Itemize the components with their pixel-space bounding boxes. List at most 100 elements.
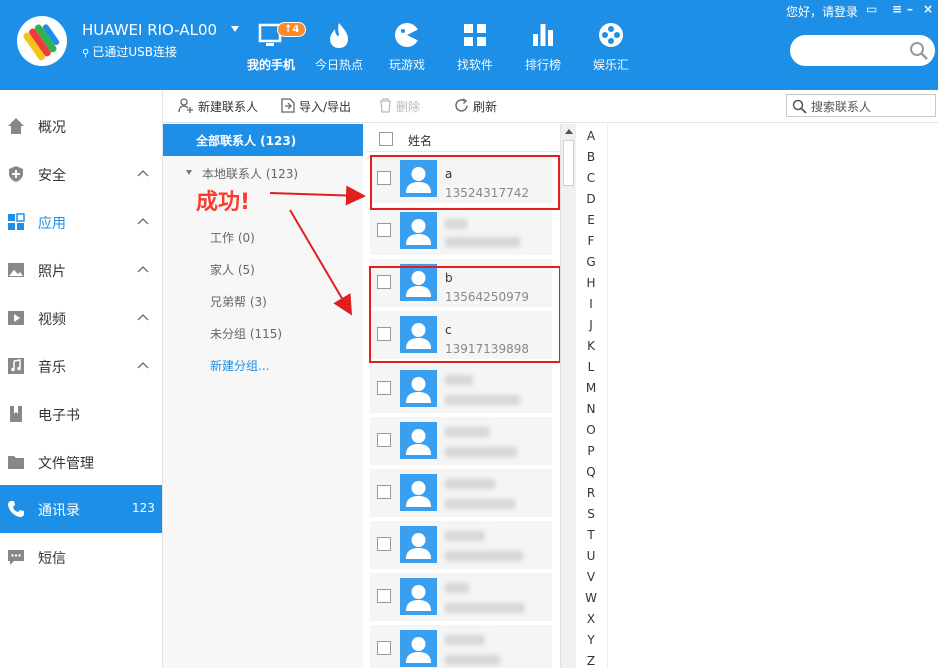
notification-badge[interactable]: ↑4 — [277, 22, 307, 37]
search-icon[interactable] — [909, 41, 929, 61]
sidebar-item-photos[interactable]: 照片 — [0, 246, 162, 294]
row-checkbox[interactable] — [377, 485, 391, 499]
contact-row[interactable] — [370, 573, 552, 621]
alpha-index-letter[interactable]: H — [578, 276, 604, 290]
group-item-ungrouped[interactable]: 未分组 (115) — [210, 325, 282, 342]
tab-apps[interactable]: 找软件 — [443, 18, 507, 78]
alpha-index-letter[interactable]: L — [578, 360, 604, 374]
sidebar-item-music[interactable]: 音乐 — [0, 342, 162, 390]
group-item-work[interactable]: 工作 (0) — [210, 229, 255, 246]
import-export-button[interactable]: 导入/导出 — [281, 98, 351, 115]
alpha-index-letter[interactable]: K — [578, 339, 604, 353]
close-icon[interactable]: × — [923, 2, 933, 16]
sidebar-item-sms[interactable]: 短信 — [0, 533, 162, 581]
alpha-index-letter[interactable]: D — [578, 192, 604, 206]
collapse-caret-icon[interactable] — [186, 170, 192, 175]
folder-icon — [8, 456, 24, 469]
chevron-up-icon[interactable] — [137, 313, 149, 321]
chevron-up-icon[interactable] — [137, 169, 149, 177]
alpha-index-letter[interactable]: F — [578, 234, 604, 248]
avatar — [400, 370, 437, 407]
alpha-index-letter[interactable]: E — [578, 213, 604, 227]
alpha-index-letter[interactable]: O — [578, 423, 604, 437]
alpha-index-letter[interactable]: S — [578, 507, 604, 521]
device-dropdown-icon[interactable] — [231, 26, 239, 32]
avatar — [400, 422, 437, 459]
contact-row[interactable] — [370, 521, 552, 569]
alpha-index-letter[interactable]: V — [578, 570, 604, 584]
group-all-contacts[interactable]: 全部联系人 (123) — [163, 124, 363, 156]
app-logo[interactable] — [17, 16, 67, 66]
alpha-index-letter[interactable]: Y — [578, 633, 604, 647]
alpha-index-letter[interactable]: W — [578, 591, 604, 605]
row-checkbox[interactable] — [377, 589, 391, 603]
group-local-contacts[interactable]: 本地联系人 (123) — [202, 165, 298, 182]
row-checkbox[interactable] — [377, 641, 391, 655]
redacted-name — [445, 219, 467, 229]
sidebar-item-security[interactable]: 安全 — [0, 150, 162, 198]
contact-row[interactable] — [370, 417, 552, 465]
select-all-checkbox[interactable] — [379, 132, 393, 146]
chevron-up-icon[interactable] — [137, 217, 149, 225]
sidebar-item-videos[interactable]: 视频 — [0, 294, 162, 342]
sidebar-item-files[interactable]: 文件管理 — [0, 438, 162, 486]
sidebar-item-overview[interactable]: 概况 — [0, 102, 162, 150]
new-contact-label: 新建联系人 — [198, 100, 259, 114]
tab-ranking[interactable]: 排行榜 — [511, 18, 575, 78]
contact-list-scrollbar[interactable] — [560, 124, 576, 668]
scrollbar-thumb[interactable] — [563, 140, 574, 186]
alpha-index-letter[interactable]: B — [578, 150, 604, 164]
delete-button[interactable]: 删除 — [379, 98, 420, 115]
alpha-index-letter[interactable]: X — [578, 612, 604, 626]
alpha-index-letter[interactable]: Q — [578, 465, 604, 479]
alpha-index-letter[interactable]: U — [578, 549, 604, 563]
alpha-index-letter[interactable]: T — [578, 528, 604, 542]
alpha-index-letter[interactable]: G — [578, 255, 604, 269]
alpha-index-letter[interactable]: A — [578, 129, 604, 143]
group-item-brothers[interactable]: 兄弟帮 (3) — [210, 293, 267, 310]
sidebar-item-apps[interactable]: 应用 — [0, 198, 162, 246]
alpha-index-letter[interactable]: N — [578, 402, 604, 416]
tab-entertainment[interactable]: 娱乐汇 — [579, 18, 643, 78]
alpha-index-letter[interactable]: P — [578, 444, 604, 458]
alpha-index-letter[interactable]: Z — [578, 654, 604, 668]
sidebar-item-ebooks[interactable]: 电子书 — [0, 390, 162, 438]
row-checkbox[interactable] — [377, 381, 391, 395]
tab-hot-today[interactable]: 今日热点 — [307, 18, 371, 78]
minimize-icon[interactable]: – — [907, 2, 913, 16]
chevron-up-icon[interactable] — [137, 361, 149, 369]
new-contact-button[interactable]: 新建联系人 — [178, 98, 258, 115]
contact-row[interactable] — [370, 207, 552, 255]
scroll-up-arrow-icon[interactable] — [565, 129, 573, 134]
row-checkbox[interactable] — [377, 433, 391, 447]
group-item-family[interactable]: 家人 (5) — [210, 261, 255, 278]
music-icon — [8, 358, 24, 374]
sidebar-item-contacts[interactable]: 通讯录 123 — [0, 485, 162, 533]
refresh-label: 刷新 — [473, 100, 498, 114]
login-link[interactable]: 您好，请登录 — [786, 3, 858, 20]
alpha-index-letter[interactable]: J — [578, 318, 604, 332]
row-checkbox[interactable] — [377, 537, 391, 551]
redacted-name — [445, 531, 485, 541]
tab-games[interactable]: 玩游戏 — [375, 18, 439, 78]
contact-list-header: 姓名 — [366, 124, 560, 152]
phone-icon — [8, 501, 24, 517]
contact-row[interactable] — [370, 365, 552, 413]
alpha-index-letter[interactable]: I — [578, 297, 604, 311]
alpha-index-letter[interactable]: M — [578, 381, 604, 395]
new-group-link[interactable]: 新建分组... — [210, 357, 269, 374]
row-checkbox[interactable] — [377, 223, 391, 237]
menu-icon[interactable]: ≡ — [892, 2, 902, 16]
feedback-icon[interactable]: ▭ — [866, 2, 877, 16]
alpha-index-letter[interactable]: C — [578, 171, 604, 185]
device-name[interactable]: HUAWEI RIO-AL00 — [82, 21, 217, 39]
sidebar-item-label: 文件管理 — [38, 456, 94, 472]
refresh-button[interactable]: 刷新 — [454, 98, 497, 115]
app-search-input[interactable] — [790, 35, 935, 66]
contact-row[interactable] — [370, 625, 552, 668]
chevron-up-icon[interactable] — [137, 265, 149, 273]
avatar — [400, 526, 437, 563]
contact-search-input[interactable]: 搜索联系人 — [786, 94, 936, 117]
alpha-index-letter[interactable]: R — [578, 486, 604, 500]
contact-row[interactable] — [370, 469, 552, 517]
